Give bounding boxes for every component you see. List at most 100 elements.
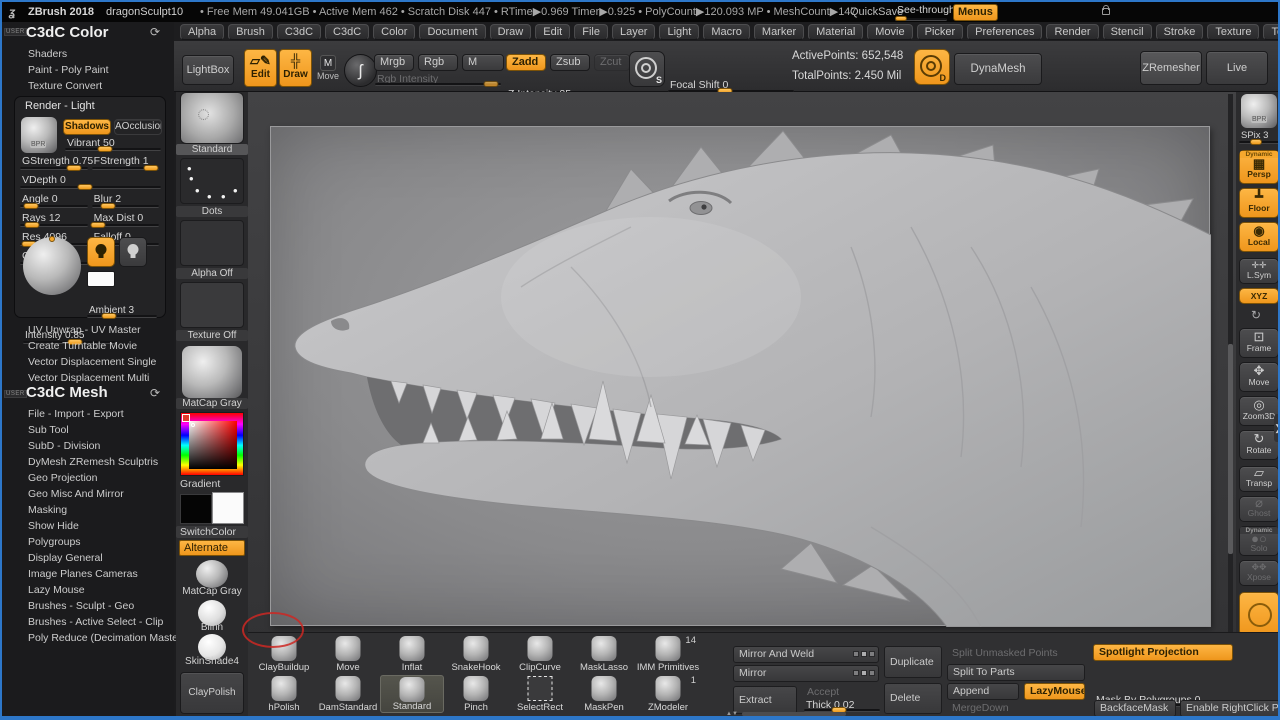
- append-button[interactable]: Append: [947, 683, 1019, 700]
- aocclusion-tab[interactable]: AOcclusion: [114, 119, 162, 135]
- xyz-toggles[interactable]: [853, 670, 875, 676]
- menu-item[interactable]: Draw: [490, 24, 532, 40]
- delete-button[interactable]: Delete: [884, 683, 942, 714]
- brush-tile[interactable]: 1 ZModeler: [636, 675, 700, 713]
- panel-menu-item[interactable]: Brushes - Active Select - Clip: [2, 614, 185, 630]
- matcap-gray-label[interactable]: MatCap Gray: [176, 586, 248, 597]
- menu-item[interactable]: Brush: [228, 24, 273, 40]
- brush-tile[interactable]: SnakeHook: [444, 635, 508, 673]
- canvas-vertical-scrollbar[interactable]: [1228, 94, 1233, 712]
- lazymouse-button[interactable]: LazyMouse: [1024, 683, 1085, 700]
- color-picker[interactable]: [180, 412, 244, 476]
- panel-menu-item[interactable]: Geo Projection: [2, 470, 185, 486]
- c3dc-mesh-header[interactable]: C3dC Mesh: [26, 384, 108, 401]
- rgb-button[interactable]: Rgb: [418, 54, 458, 71]
- current-brush-thumbnail[interactable]: ◌: [180, 92, 244, 144]
- render-light-slider[interactable]: Max Dist 0: [92, 212, 160, 229]
- zoom3d-button[interactable]: ◎Zoom3D: [1239, 396, 1279, 426]
- m-button[interactable]: M: [462, 54, 504, 71]
- menu-item[interactable]: Stroke: [1156, 24, 1204, 40]
- refresh-icon[interactable]: ⟳: [150, 386, 160, 400]
- rotate-button[interactable]: ↻Rotate: [1239, 430, 1279, 460]
- panel-menu-item[interactable]: Vector Displacement Single: [2, 354, 156, 370]
- brush-tile[interactable]: SelectRect: [508, 675, 572, 713]
- brush-tile[interactable]: Inflat: [380, 635, 444, 673]
- accept-button[interactable]: Accept: [802, 685, 880, 700]
- light-2-bulb-button[interactable]: [119, 237, 147, 267]
- render-light-slider[interactable]: Blur 2: [92, 193, 160, 210]
- brush-tile[interactable]: hPolish: [252, 675, 316, 713]
- blinn-label[interactable]: Blinn: [176, 622, 248, 633]
- brush-tile[interactable]: Move: [316, 635, 380, 673]
- panel-menu-item[interactable]: Masking: [2, 502, 185, 518]
- panel-menu-item[interactable]: UV Unwrap - UV Master: [2, 322, 156, 338]
- orbit-icon[interactable]: ↻: [1251, 308, 1261, 322]
- menu-item[interactable]: Marker: [754, 24, 804, 40]
- render-light-slider[interactable]: FStrength 1: [92, 155, 160, 172]
- menu-item[interactable]: File: [574, 24, 608, 40]
- xyz-toggles[interactable]: [853, 651, 875, 657]
- bpr-thumbnail[interactable]: BPR: [21, 117, 57, 153]
- menu-item[interactable]: Render: [1046, 24, 1098, 40]
- matcap-gray-thumbnail[interactable]: [196, 560, 228, 588]
- zsub-button[interactable]: Zsub: [550, 54, 590, 71]
- render-light-slider[interactable]: Rays 12: [20, 212, 88, 229]
- ghost-button[interactable]: ⌀Ghost: [1239, 496, 1279, 522]
- spotlight-projection-button[interactable]: Spotlight Projection: [1093, 644, 1233, 661]
- canvas-area[interactable]: [248, 92, 1236, 716]
- vibrant-slider[interactable]: Vibrant 50: [65, 137, 161, 153]
- refresh-icon[interactable]: ⟳: [150, 25, 160, 39]
- spix-slider[interactable]: SPix 3: [1239, 130, 1279, 146]
- shadows-tab[interactable]: Shadows: [63, 119, 111, 135]
- menu-item[interactable]: Picker: [917, 24, 964, 40]
- move-canvas-button[interactable]: ✥Move: [1239, 362, 1279, 392]
- dynamesh-button[interactable]: DynaMesh: [954, 53, 1042, 85]
- menu-item[interactable]: C3dC Color: [277, 24, 321, 40]
- bpr-render-thumbnail[interactable]: BPR: [1241, 94, 1277, 128]
- stroke-icon[interactable]: S: [629, 51, 665, 87]
- panel-menu-item[interactable]: SubD - Division: [2, 438, 185, 454]
- secondary-color-swatch[interactable]: [212, 492, 244, 524]
- menu-item[interactable]: Texture: [1207, 24, 1259, 40]
- panel-menu-item[interactable]: Image Planes Cameras: [2, 566, 185, 582]
- light-position-dot[interactable]: [49, 236, 55, 242]
- ambient-slider[interactable]: Ambient 3: [87, 305, 157, 320]
- menu-item[interactable]: Stencil: [1103, 24, 1152, 40]
- edit-button[interactable]: ▱✎Edit: [244, 49, 277, 87]
- transp-button[interactable]: ▱Transp: [1239, 466, 1279, 492]
- menu-item[interactable]: Document: [419, 24, 485, 40]
- right-tray-divider-arrow[interactable]: ❯: [1274, 414, 1280, 442]
- panel-menu-item[interactable]: Sub Tool: [2, 422, 185, 438]
- menu-item[interactable]: Preferences: [967, 24, 1042, 40]
- lsym-button[interactable]: ✛✛L.Sym: [1239, 258, 1279, 284]
- menu-item[interactable]: Color: [373, 24, 415, 40]
- live-boolean-button[interactable]: Live Boolean: [1206, 51, 1268, 85]
- split-to-parts-button[interactable]: Split To Parts: [947, 664, 1085, 681]
- panel-menu-item[interactable]: Create Turntable Movie: [2, 338, 156, 354]
- light-color-swatch[interactable]: [87, 271, 115, 287]
- panel-menu-item[interactable]: File - Import - Export: [2, 406, 185, 422]
- zremesher-button[interactable]: ZRemesher: [1140, 51, 1202, 85]
- panel-menu-item[interactable]: DyMesh ZRemesh Sculptris: [2, 454, 185, 470]
- lightbox-button[interactable]: LightBox: [182, 55, 234, 85]
- panel-menu-item[interactable]: Shaders: [2, 46, 109, 62]
- panel-menu-item[interactable]: Texture Convert: [2, 78, 109, 94]
- brush-tile[interactable]: 14 IMM Primitives: [636, 635, 700, 673]
- panel-menu-item[interactable]: Show Hide: [2, 518, 185, 534]
- local-button[interactable]: ◉Local: [1239, 222, 1279, 252]
- document-area[interactable]: [270, 126, 1210, 626]
- menu-item[interactable]: Layer: [612, 24, 656, 40]
- brush-tile[interactable]: Pinch: [444, 675, 508, 713]
- menu-item[interactable]: Macro: [703, 24, 750, 40]
- current-stroke-thumbnail[interactable]: ••••••: [180, 158, 244, 204]
- panel-menu-item[interactable]: Geo Misc And Mirror: [2, 486, 185, 502]
- xpose-button[interactable]: ✥✥Xpose: [1239, 560, 1279, 586]
- menus-toggle-button[interactable]: Menus: [953, 4, 998, 21]
- panel-menu-item[interactable]: Lazy Mouse: [2, 582, 185, 598]
- render-light-title[interactable]: Render - Light: [25, 100, 95, 112]
- floor-button[interactable]: ┻Floor: [1239, 188, 1279, 218]
- xyz-button[interactable]: XYZ: [1239, 288, 1279, 304]
- solo-button[interactable]: Dynamic●○Solo: [1239, 526, 1279, 556]
- menu-item[interactable]: Movie: [867, 24, 912, 40]
- zcut-button[interactable]: Zcut: [594, 54, 630, 71]
